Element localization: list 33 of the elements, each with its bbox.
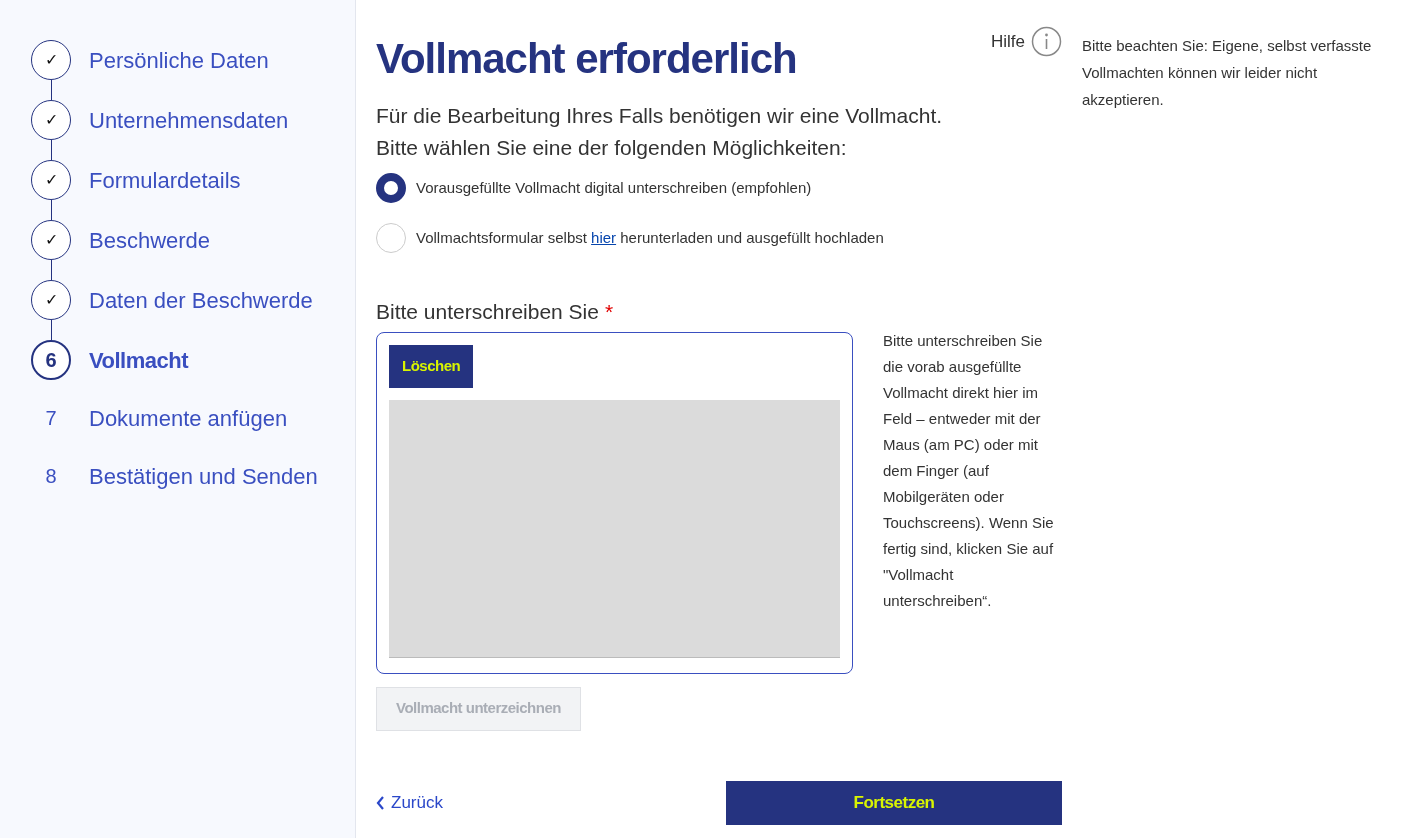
- required-mark: *: [604, 299, 614, 325]
- note-text: Bitte beachten Sie: Eigene, selbst verfasste Vollmachten können wir leider nicht akzeptieren.: [1082, 36, 1373, 110]
- option-label[interactable]: Vorausgefüllte Vollmacht digital unterschreiben (empfohlen): [416, 176, 812, 200]
- step-check-marker: ✓: [31, 160, 71, 200]
- radio-button[interactable]: [376, 173, 406, 203]
- step-label[interactable]: Daten der Beschwerde: [89, 283, 313, 317]
- step-check-marker: ✓: [31, 220, 71, 260]
- step-label[interactable]: Persönliche Daten: [89, 43, 269, 77]
- step-number: 8: [44, 464, 58, 489]
- intro-text: Bitte wählen Sie eine der folgenden Möglichkeiten:: [376, 135, 848, 161]
- signature-hint: Bitte unterschreiben Sie die vorab ausgefüllte Vollmacht direkt hier im Feld – entweder mit der Maus (am PC) oder mit dem Finger (auf Mobilgeräten oder Touchscreens). Wenn Sie fertig sind, klicken Sie auf "Vollmacht unterschreiben“.: [883, 330, 1055, 611]
- step-label: Bestätigen und Senden: [89, 462, 318, 491]
- step-check-marker: ✓: [31, 280, 71, 320]
- step-number-marker: 6: [31, 340, 71, 380]
- info-icon[interactable]: [1031, 26, 1062, 57]
- clear-button[interactable]: Löschen: [389, 344, 474, 388]
- download-link[interactable]: hier: [591, 228, 617, 246]
- step-label: Dokumente anfügen: [89, 404, 288, 433]
- step-check-marker: ✓: [31, 40, 71, 80]
- step-label[interactable]: Vollmacht: [89, 343, 188, 377]
- help-label[interactable]: Hilfe: [991, 28, 1025, 55]
- intro-text: Für die Bearbeitung Ihres Falls benötigen wir eine Vollmacht.: [376, 103, 944, 129]
- chevron-left-icon: [376, 795, 385, 810]
- step-label[interactable]: Beschwerde: [89, 223, 211, 257]
- step-label[interactable]: Unternehmensdaten: [89, 103, 289, 137]
- continue-button[interactable]: Fortsetzen: [726, 780, 1062, 825]
- step-check-marker: ✓: [31, 100, 71, 140]
- option-label[interactable]: Vollmachtsformular selbst hier herunterladen und ausgefüllt hochladen: [416, 226, 884, 250]
- step-label[interactable]: Formulardetails: [89, 163, 241, 197]
- back-link[interactable]: Zurück: [376, 789, 443, 816]
- page-title: Vollmacht erforderlich: [376, 34, 797, 84]
- step-number: 7: [44, 406, 58, 431]
- signature-label: Bitte unterschreiben Sie: [376, 299, 599, 325]
